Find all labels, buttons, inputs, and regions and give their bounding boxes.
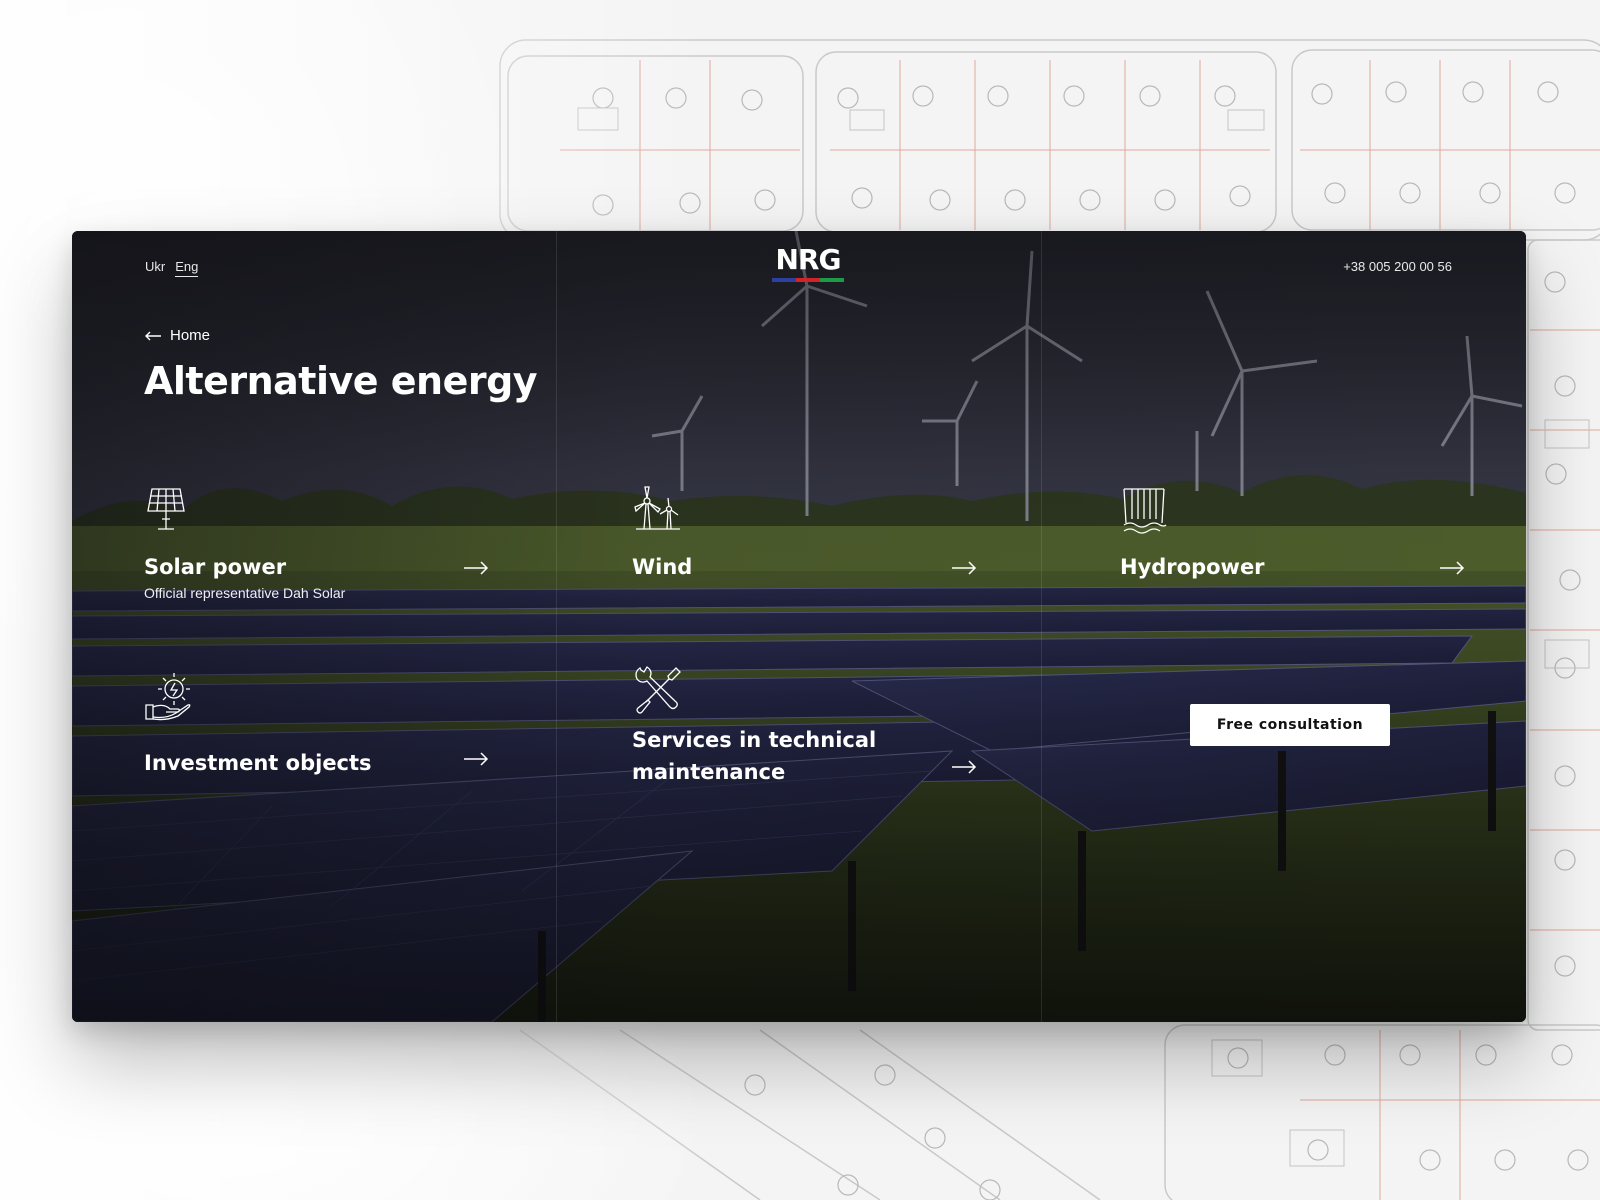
nrg-logo[interactable]: NRG [768,245,848,285]
arrow-right-icon[interactable] [463,561,489,575]
wind-turbine-icon [634,486,680,530]
category-wind[interactable]: Wind [632,485,977,585]
column-divider [1041,231,1042,1022]
back-home-link[interactable]: Home [144,327,210,344]
category-hydropower[interactable]: Hydropower [1120,485,1465,585]
free-consultation-button[interactable]: Free consultation [1190,704,1390,746]
page-title: Alternative energy [144,359,538,403]
phone-number[interactable]: +38 005 200 00 56 [1343,259,1452,274]
back-home-label: Home [170,327,211,344]
logo-color-bar [772,278,844,282]
lang-ukr[interactable]: Ukr [145,259,165,277]
category-investment-objects[interactable]: Investment objects [144,671,489,775]
category-subtitle: Official representative Dah Solar [144,585,346,601]
arrow-right-icon[interactable] [951,760,977,774]
investment-hand-icon [145,673,191,721]
wrench-screwdriver-icon [635,666,681,714]
category-name: Solar power [144,555,287,579]
dark-overlay [72,231,1526,1022]
solar-panel-icon [147,488,185,530]
category-name: Wind [632,555,693,579]
arrow-right-icon[interactable] [463,752,489,766]
hydropower-icon [1123,488,1167,534]
category-solar-power[interactable]: Solar power Official representative Dah … [144,485,489,605]
arrow-right-icon[interactable] [951,561,977,575]
category-name: Investment objects [144,751,372,775]
category-name: Hydropower [1120,555,1265,579]
hero-card: Ukr Eng NRG +38 005 200 00 56 Home Alter… [72,231,1526,1022]
arrow-right-icon[interactable] [1439,561,1465,575]
logo-text: NRG [775,243,842,276]
category-technical-maintenance[interactable]: Services in technical maintenance [632,664,977,794]
language-switcher: Ukr Eng [145,259,199,277]
column-divider [556,231,557,1022]
arrow-left-icon [145,331,161,340]
lang-eng[interactable]: Eng [175,259,199,277]
category-name: Services in technical maintenance [632,728,877,784]
